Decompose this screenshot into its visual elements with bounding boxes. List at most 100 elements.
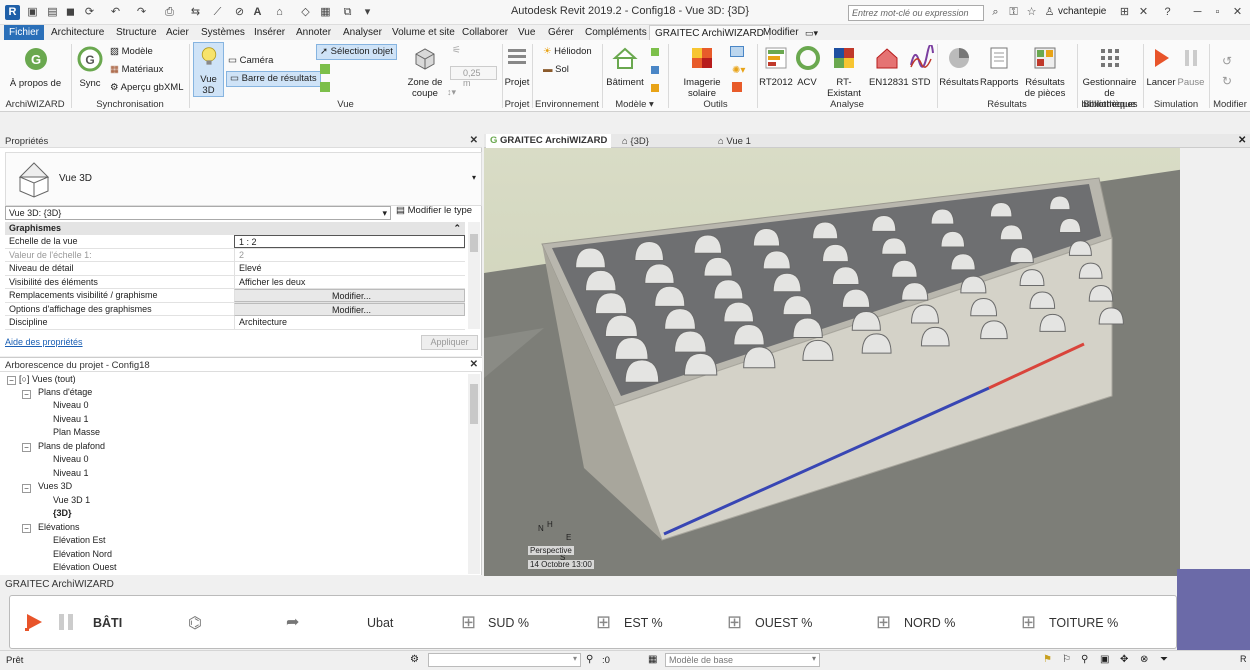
print-icon[interactable]: ⎙ (162, 5, 177, 20)
save-icon[interactable]: ◼ (63, 5, 78, 20)
measure-icon[interactable]: ⇆ (188, 5, 203, 20)
zone-depth-field[interactable]: 0,25 m (450, 66, 497, 88)
tree-vues-tout[interactable]: [○] Vues (tout) (19, 373, 76, 387)
view-option-1-icon[interactable] (320, 64, 330, 74)
open-icon[interactable]: ▣ (25, 5, 40, 20)
tab-acier[interactable]: Acier (161, 25, 194, 40)
heliodon-button[interactable]: ☀ Héliodon (543, 46, 592, 58)
wiz-play-icon[interactable] (24, 612, 44, 632)
tree-plafond-niveau-0[interactable]: Niveau 0 (53, 453, 89, 467)
properties-scrollbar[interactable] (468, 222, 480, 329)
sol-button[interactable]: ▬ Sol (543, 64, 569, 76)
3d-viewport[interactable]: N H E S Perspective 14 Octobre 13:00 (484, 148, 1192, 576)
exchange-icon[interactable]: ✕ (1136, 5, 1151, 20)
close-properties-icon[interactable]: ✕ (470, 135, 478, 146)
viewcube-east[interactable]: E (566, 533, 571, 542)
modifier-graphics-button[interactable]: Modifier... (234, 302, 465, 316)
resultats-pieces-button[interactable]: Résultats de pièces (1022, 45, 1068, 99)
materiaux-button[interactable]: ▦ Matériaux (110, 64, 163, 76)
acv-button[interactable]: ACV (795, 45, 820, 88)
tree-vue-3d-1[interactable]: Vue 3D 1 (53, 494, 90, 508)
date-label[interactable]: 14 Octobre 13:00 (528, 560, 594, 569)
tab-volume-site[interactable]: Volume et site (387, 25, 460, 40)
modifier-redo-icon[interactable]: ↻ (1222, 74, 1232, 88)
en12831-button[interactable]: EN12831 (869, 45, 909, 88)
user-icon[interactable]: ♙ (1042, 5, 1057, 20)
tab-systemes[interactable]: Systèmes (196, 25, 250, 40)
drag-elements-icon[interactable]: ✥ (1120, 654, 1128, 665)
tab-structure[interactable]: Structure (111, 25, 162, 40)
filter-funnel-icon[interactable]: ⏷ (1160, 654, 1168, 665)
tool-option-1-icon[interactable] (730, 46, 744, 57)
tag-icon[interactable]: ⊘ (232, 5, 247, 20)
imagerie-solaire-button[interactable]: Imagerie solaire (680, 45, 724, 99)
cart-icon[interactable]: ⊞ (1117, 5, 1132, 20)
maximize-icon[interactable]: ▫ (1210, 5, 1225, 20)
dimension-icon[interactable]: ⟋ (210, 5, 225, 20)
view-tab-vue-1[interactable]: ⌂ Vue 1 (718, 136, 751, 147)
tab-inserer[interactable]: Insérer (249, 25, 290, 40)
text-icon[interactable]: A (250, 5, 265, 20)
barre-resultats-button[interactable]: ▭ Barre de résultats (226, 71, 321, 87)
modele-button[interactable]: ▧ Modèle (110, 46, 153, 58)
batiment-button[interactable]: Bâtiment (604, 45, 646, 88)
modifier-vg-button[interactable]: Modifier... (234, 289, 465, 302)
rt-existant-button[interactable]: RT-Existant (820, 45, 868, 99)
tree-elevation-ouest[interactable]: Elévation Ouest (53, 561, 117, 575)
prop-discipline[interactable]: Discipline Architecture (5, 316, 465, 330)
tree-3d-active[interactable]: {3D} (53, 507, 72, 521)
building-blocks-icon[interactable]: ⌬ (188, 613, 202, 633)
tab-annoter[interactable]: Annoter (291, 25, 336, 40)
help-icon[interactable]: ? (1160, 5, 1175, 20)
sync-icon[interactable]: ⟳ (82, 5, 97, 20)
model-option-1-icon[interactable] (651, 48, 659, 56)
collapse-toggle-icon[interactable]: − (22, 524, 31, 533)
group-label-modele[interactable]: Modèle ▾ (603, 99, 666, 110)
customize-qat-icon[interactable]: ▾ (360, 5, 375, 20)
folder-icon[interactable]: ▤ (45, 5, 60, 20)
graphismes-section[interactable]: Graphismes ⌃ (5, 222, 465, 235)
tab-gerer[interactable]: Gérer (543, 25, 579, 40)
close-browser-icon[interactable]: ✕ (470, 359, 478, 370)
export-arrow-icon[interactable]: ➦ (286, 612, 299, 632)
select-pinned-icon[interactable]: ⚲ (1081, 654, 1088, 665)
design-options-icon[interactable]: ▦ (648, 654, 657, 665)
sync-button[interactable]: G Sync (73, 46, 107, 89)
tree-elevation-est[interactable]: Elévation Est (53, 534, 106, 548)
edit-type-button[interactable]: ▤ Modifier le type (396, 205, 472, 216)
model-option-3-icon[interactable] (651, 84, 659, 92)
modifier-undo-icon[interactable]: ↺ (1222, 54, 1232, 68)
search-input[interactable]: Entrez mot-clé ou expression (848, 5, 984, 21)
rapports-button[interactable]: Rapports (980, 45, 1019, 88)
selection-objet-button[interactable]: ➚ Sélection objet (316, 44, 397, 60)
perspective-label[interactable]: Perspective (528, 546, 574, 555)
subscription-icon[interactable]: ⚿ (1006, 5, 1021, 20)
section-icon[interactable]: ◇ (298, 5, 313, 20)
tab-analyser[interactable]: Analyser (338, 25, 387, 40)
design-option-dropdown[interactable]: Modèle de base ▾ (665, 653, 820, 667)
tree-niveau-1[interactable]: Niveau 1 (53, 413, 89, 427)
binoculars-icon[interactable]: ⌕ (988, 5, 1003, 20)
apercu-gbxml-button[interactable]: ⚙ Aperçu gbXML (110, 82, 184, 94)
resultats-button[interactable]: Résultats (939, 45, 979, 88)
view-tab-archiwizard[interactable]: G GRAITEC ArchiWIZARD (486, 134, 612, 148)
workset-dropdown[interactable]: ▾ (428, 653, 581, 667)
collapse-toggle-icon[interactable]: − (7, 376, 16, 385)
redo-icon[interactable]: ↷ (134, 5, 149, 20)
select-by-face-icon[interactable]: ▣ (1100, 654, 1109, 665)
collapse-toggle-icon[interactable]: − (22, 443, 31, 452)
appliquer-button[interactable]: Appliquer (421, 335, 478, 350)
view-3d-icon[interactable]: ⌂ (272, 5, 287, 20)
editing-icon[interactable]: ⚲ (586, 654, 593, 665)
select-underlay-icon[interactable]: ⚐ (1062, 654, 1071, 665)
tree-elevation-nord[interactable]: Elévation Nord (53, 548, 112, 562)
tree-plans-plafond[interactable]: Plans de plafond (38, 440, 105, 454)
worksets-icon[interactable]: ⚙ (410, 654, 419, 665)
view-option-2-icon[interactable] (320, 82, 330, 92)
viewcube-north[interactable]: N (538, 524, 544, 533)
type-selector[interactable]: Vue 3D ▾ (5, 152, 482, 206)
apropos-button[interactable]: G À propos de (8, 46, 63, 89)
zone-coupe-button[interactable]: Zone de coupe (405, 45, 445, 99)
undo-icon[interactable]: ↶ (108, 5, 123, 20)
camera-button[interactable]: ▭ Caméra (228, 55, 273, 67)
